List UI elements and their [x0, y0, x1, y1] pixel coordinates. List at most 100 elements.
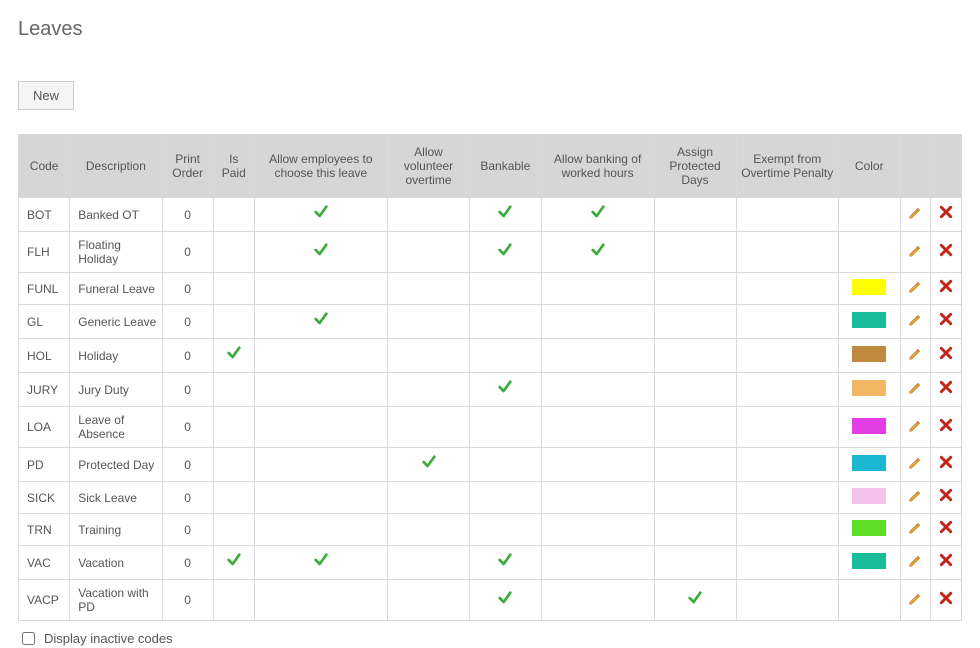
cell-color	[839, 514, 901, 546]
color-swatch	[852, 279, 886, 295]
cell-code: PD	[19, 448, 70, 482]
cell-color	[839, 305, 901, 339]
cell-allow-volunteer	[388, 232, 470, 273]
table-row: GLGeneric Leave0	[19, 305, 962, 339]
cell-allow-volunteer	[388, 580, 470, 621]
cell-print-order: 0	[162, 339, 213, 373]
cell-bankable	[470, 198, 542, 232]
cell-allow-choose	[254, 482, 387, 514]
cell-delete	[931, 514, 962, 546]
cell-exempt-penalty	[736, 273, 839, 305]
cell-allow-volunteer	[388, 273, 470, 305]
check-icon	[313, 242, 329, 263]
delete-icon[interactable]	[939, 455, 953, 474]
display-inactive-checkbox[interactable]	[22, 632, 35, 645]
cell-code: VAC	[19, 546, 70, 580]
color-swatch	[852, 312, 886, 328]
cell-assign-protected	[654, 273, 736, 305]
cell-description: Sick Leave	[70, 482, 162, 514]
cell-assign-protected	[654, 514, 736, 546]
cell-allow-banking	[541, 373, 654, 407]
cell-edit	[900, 546, 931, 580]
cell-description: Holiday	[70, 339, 162, 373]
display-inactive-label[interactable]: Display inactive codes	[44, 631, 173, 646]
edit-icon[interactable]	[908, 554, 922, 571]
edit-icon[interactable]	[908, 521, 922, 538]
delete-icon[interactable]	[939, 380, 953, 399]
delete-icon[interactable]	[939, 346, 953, 365]
delete-icon[interactable]	[939, 488, 953, 507]
edit-icon[interactable]	[908, 347, 922, 364]
col-code: Code	[19, 135, 70, 198]
cell-allow-banking	[541, 273, 654, 305]
check-icon	[421, 454, 437, 475]
cell-is-paid	[213, 273, 254, 305]
edit-icon[interactable]	[908, 456, 922, 473]
cell-print-order: 0	[162, 373, 213, 407]
cell-delete	[931, 580, 962, 621]
cell-edit	[900, 198, 931, 232]
edit-icon[interactable]	[908, 244, 922, 261]
cell-is-paid	[213, 580, 254, 621]
cell-code: BOT	[19, 198, 70, 232]
cell-code: LOA	[19, 407, 70, 448]
new-button[interactable]: New	[18, 81, 74, 110]
edit-icon[interactable]	[908, 313, 922, 330]
cell-allow-choose	[254, 232, 387, 273]
cell-delete	[931, 232, 962, 273]
cell-allow-choose	[254, 514, 387, 546]
edit-icon[interactable]	[908, 419, 922, 436]
cell-delete	[931, 448, 962, 482]
delete-icon[interactable]	[939, 553, 953, 572]
cell-assign-protected	[654, 448, 736, 482]
table-row: BOTBanked OT0	[19, 198, 962, 232]
check-icon	[497, 379, 513, 400]
edit-icon[interactable]	[908, 489, 922, 506]
edit-icon[interactable]	[908, 592, 922, 609]
cell-description: Training	[70, 514, 162, 546]
delete-icon[interactable]	[939, 243, 953, 262]
color-swatch	[852, 380, 886, 396]
edit-icon[interactable]	[908, 280, 922, 297]
table-row: FUNLFuneral Leave0	[19, 273, 962, 305]
check-icon	[590, 204, 606, 225]
delete-icon[interactable]	[939, 418, 953, 437]
cell-is-paid	[213, 482, 254, 514]
cell-exempt-penalty	[736, 339, 839, 373]
cell-edit	[900, 339, 931, 373]
cell-description: Jury Duty	[70, 373, 162, 407]
cell-delete	[931, 339, 962, 373]
table-header-row: Code Description Print Order Is Paid All…	[19, 135, 962, 198]
cell-bankable	[470, 448, 542, 482]
edit-icon[interactable]	[908, 381, 922, 398]
edit-icon[interactable]	[908, 206, 922, 223]
cell-code: SICK	[19, 482, 70, 514]
col-assign-protected: Assign Protected Days	[654, 135, 736, 198]
col-description: Description	[70, 135, 162, 198]
cell-description: Generic Leave	[70, 305, 162, 339]
cell-exempt-penalty	[736, 482, 839, 514]
check-icon	[497, 204, 513, 225]
cell-bankable	[470, 273, 542, 305]
cell-allow-banking	[541, 546, 654, 580]
cell-print-order: 0	[162, 580, 213, 621]
cell-is-paid	[213, 339, 254, 373]
delete-icon[interactable]	[939, 312, 953, 331]
delete-icon[interactable]	[939, 591, 953, 610]
cell-edit	[900, 482, 931, 514]
cell-print-order: 0	[162, 273, 213, 305]
cell-allow-volunteer	[388, 198, 470, 232]
delete-icon[interactable]	[939, 520, 953, 539]
cell-allow-volunteer	[388, 546, 470, 580]
check-icon	[313, 552, 329, 573]
delete-icon[interactable]	[939, 205, 953, 224]
cell-allow-banking	[541, 232, 654, 273]
cell-is-paid	[213, 407, 254, 448]
delete-icon[interactable]	[939, 279, 953, 298]
cell-description: Protected Day	[70, 448, 162, 482]
cell-edit	[900, 273, 931, 305]
cell-bankable	[470, 514, 542, 546]
cell-allow-banking	[541, 305, 654, 339]
cell-bankable	[470, 232, 542, 273]
cell-assign-protected	[654, 198, 736, 232]
